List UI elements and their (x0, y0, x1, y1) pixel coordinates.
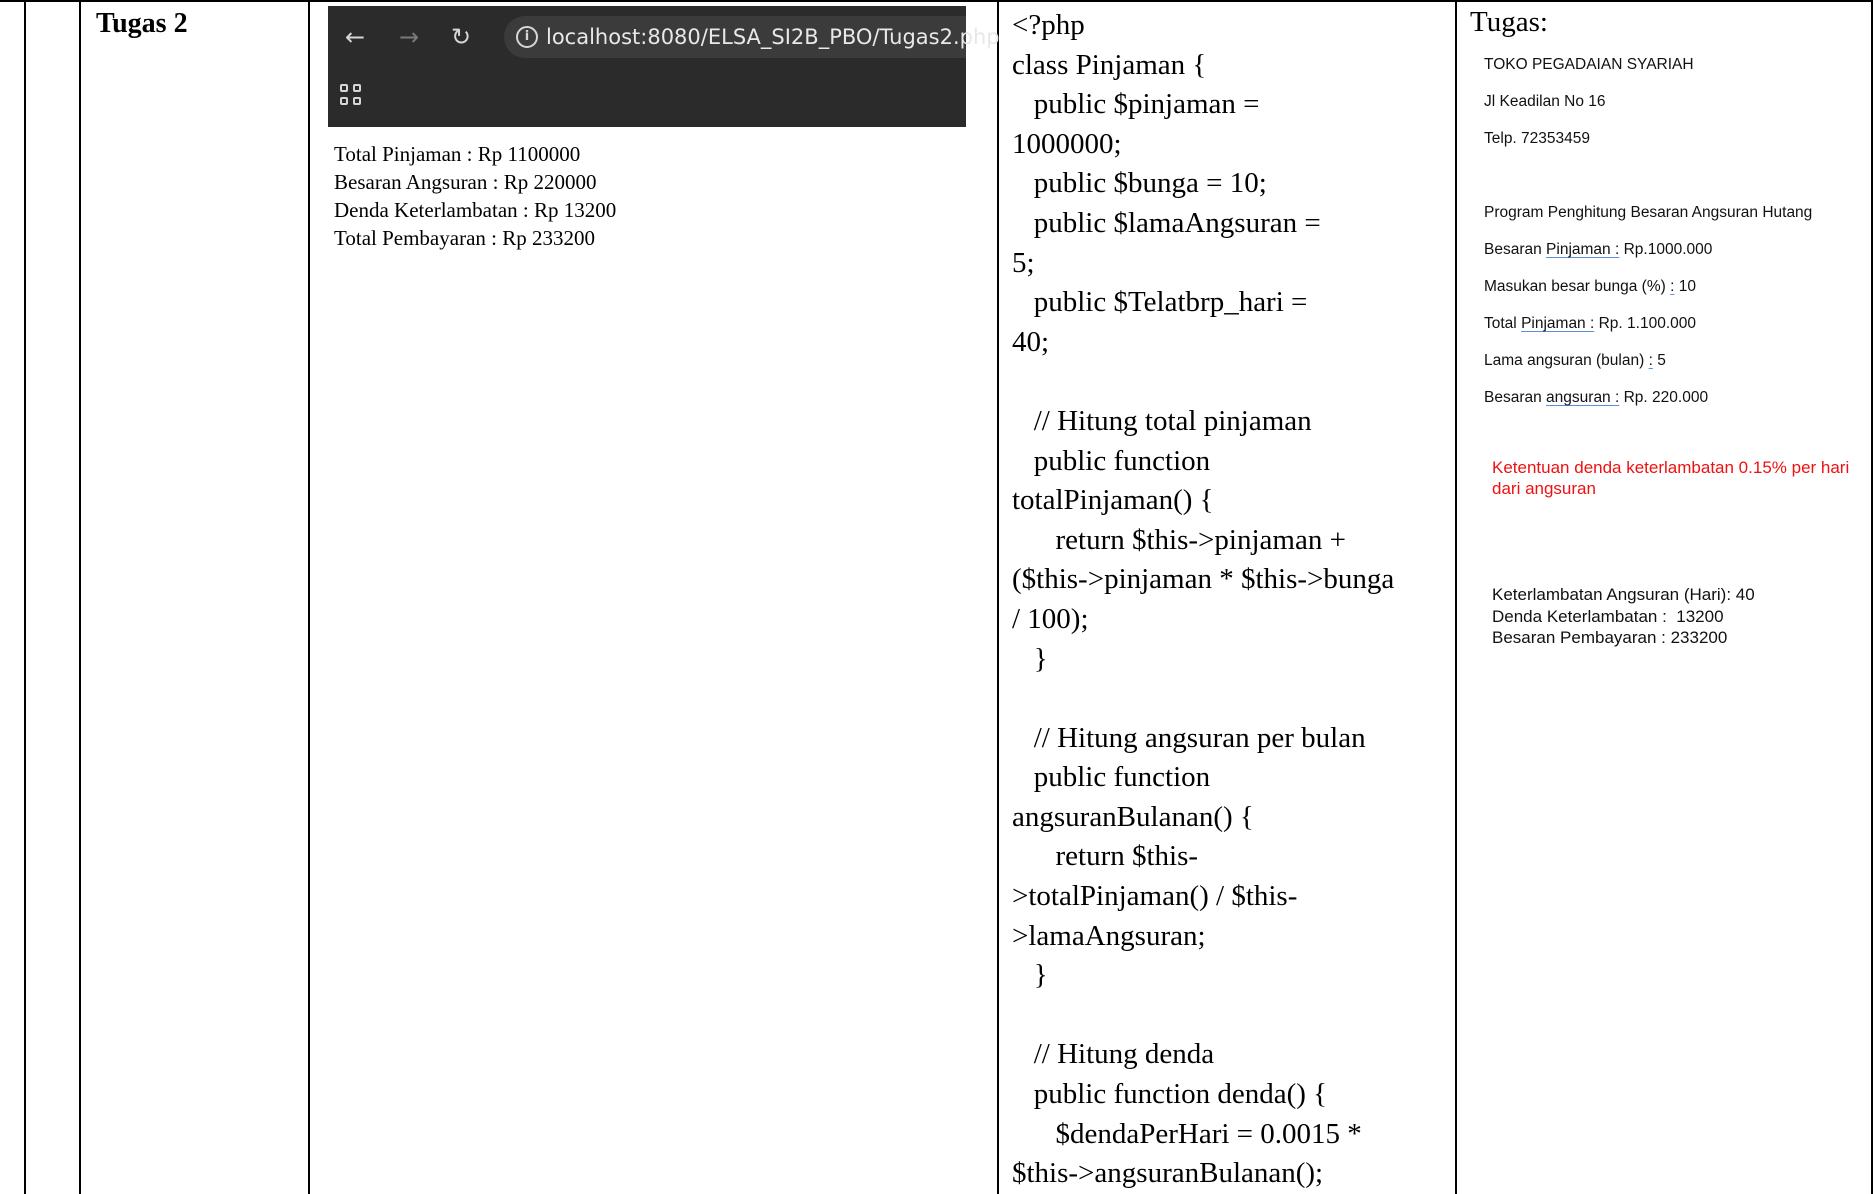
task-line: Total Pinjaman : Rp. 1.100.000 (1484, 315, 1696, 332)
late-fee-note: Ketentuan denda keterlambatan 0.15% per … (1492, 458, 1850, 498)
table-border (1455, 0, 1457, 1194)
document-page: Tugas 2 ← → ↻ i localhost:8080/ELSA_SI2B… (0, 0, 1873, 1194)
stat-line: Denda Keterlambatan : 13200 (1492, 606, 1724, 626)
output-line: Denda Keterlambatan : Rp 13200 (334, 198, 617, 222)
browser-screenshot: ← → ↻ i localhost:8080/ELSA_SI2B_PBO/Tug… (328, 6, 1000, 127)
code-line: return $this->pinjaman + (1012, 523, 1346, 556)
address-bar[interactable]: i localhost:8080/ELSA_SI2B_PBO/Tugas2.ph… (504, 16, 1000, 58)
task-heading: Tugas: (1470, 6, 1548, 38)
code-line: >lamaAngsuran; (1012, 919, 1206, 952)
code-line: $dendaPerHari = 0.0015 * (1012, 1117, 1362, 1150)
task-stats: Keterlambatan Angsuran (Hari): 40 Denda … (1492, 584, 1755, 649)
reload-icon[interactable]: ↻ (446, 22, 476, 52)
code-line: // Hitung denda (1012, 1038, 1215, 1071)
code-line: public function denda() { (1012, 1078, 1328, 1111)
shop-address: Jl Keadilan No 16 (1484, 93, 1606, 110)
code-line: <?php (1012, 9, 1085, 41)
code-line: >totalPinjaman() / $this- (1012, 880, 1298, 913)
section-title: Tugas 2 (96, 8, 188, 39)
stat-line: Besaran Pembayaran : 233200 (1492, 628, 1728, 647)
code-line: public $pinjaman = (1012, 88, 1260, 121)
code-line: return $this- (1012, 840, 1199, 873)
forward-arrow-icon[interactable]: → (394, 22, 424, 52)
code-line: / 100); (1012, 602, 1089, 635)
code-line: 40; (1012, 325, 1050, 358)
info-icon[interactable]: i (516, 26, 538, 48)
shop-name: TOKO PEGADAIAN SYARIAH (1484, 56, 1694, 73)
code-line: public function (1012, 444, 1211, 477)
code-line: // Hitung total pinjaman (1012, 404, 1312, 437)
apps-grid-icon[interactable] (340, 84, 364, 108)
code-line: 1000000; (1012, 127, 1122, 160)
url-text[interactable]: localhost:8080/ELSA_SI2B_PBO/Tugas2.php (546, 25, 1000, 49)
code-line: $this->angsuranBulanan(); (1012, 1157, 1324, 1190)
table-border (24, 0, 26, 1194)
php-output: Total Pinjaman : Rp 1100000 Besaran Angs… (334, 140, 616, 252)
task-line: Besaran angsuran : Rp. 220.000 (1484, 389, 1709, 406)
table-border (79, 0, 81, 1194)
code-line: // Hitung angsuran per bulan (1012, 721, 1366, 754)
output-line: Total Pembayaran : Rp 233200 (334, 226, 595, 250)
table-border (997, 0, 999, 1194)
task-line: Masukan besar bunga (%) : 10 (1484, 278, 1696, 295)
code-line: public $lamaAngsuran = (1012, 206, 1321, 239)
code-line: totalPinjaman() { (1012, 484, 1214, 517)
php-code-listing: <?php class Pinjaman { public $pinjaman =… (1012, 6, 1440, 1194)
code-line: 5; (1012, 246, 1035, 279)
table-top-border (0, 0, 1873, 2)
code-line: public function (1012, 761, 1211, 794)
task-line: Besaran Pinjaman : Rp.1000.000 (1484, 241, 1713, 258)
code-line: public $bunga = 10; (1012, 167, 1267, 200)
code-line: class Pinjaman { (1012, 48, 1207, 81)
shop-phone: Telp. 72353459 (1484, 130, 1591, 147)
output-line: Besaran Angsuran : Rp 220000 (334, 170, 597, 194)
output-line: Total Pinjaman : Rp 1100000 (334, 142, 581, 166)
back-arrow-icon[interactable]: ← (340, 22, 370, 52)
code-line: angsuranBulanan() { (1012, 800, 1254, 833)
code-line: ($this->pinjaman * $this->bunga (1012, 563, 1395, 596)
stat-line: Keterlambatan Angsuran (Hari): 40 (1492, 585, 1755, 604)
task-line: Lama angsuran (bulan) : 5 (1484, 352, 1666, 369)
program-title: Program Penghitung Besaran Angsuran Huta… (1484, 204, 1813, 221)
code-line: } (1012, 959, 1048, 992)
table-border (308, 0, 310, 1194)
code-line: public $Telatbrp_hari = (1012, 286, 1308, 319)
code-line: } (1012, 642, 1048, 675)
